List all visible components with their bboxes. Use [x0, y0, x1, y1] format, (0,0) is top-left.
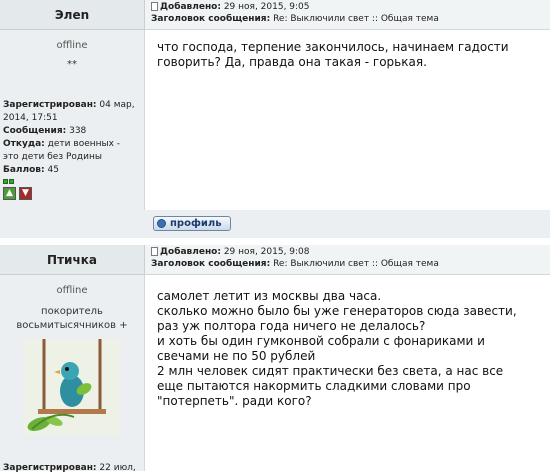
rating-dot	[3, 179, 8, 184]
rating-dot	[9, 179, 14, 184]
post-subject-line: Заголовок сообщения: Re: Выключили свет …	[151, 259, 439, 269]
post-date-line: Добавлено: 29 ноя, 2015, 9:05	[151, 2, 310, 12]
post-text-line: и хоть бы один гумконвой собрали с фонар…	[157, 334, 485, 348]
registered-value: 22 июл,	[99, 463, 136, 473]
profile-button-label: профиль	[170, 218, 222, 229]
thumbs-down-icon[interactable]: ▼	[19, 187, 32, 200]
post-text-line: сколько можно было бы уже генераторов сю…	[157, 304, 517, 318]
post-icon[interactable]	[151, 2, 158, 11]
post-body: самолет летит из москвы два часа. скольк…	[145, 275, 550, 471]
author-sidebar: offline ** Зарегистрирован: 04 мар, 2014…	[0, 30, 145, 210]
post-text-line: что господа, терпение закончилось, начин…	[157, 40, 509, 54]
author-cell: Элеn	[0, 0, 145, 30]
user-rank: **	[67, 59, 77, 70]
post-text-line: самолет летит из москвы два часа.	[157, 289, 382, 303]
registered-label: Зарегистрирован:	[3, 100, 97, 110]
online-status: offline	[56, 285, 88, 296]
from-info-2: это дети без Родины	[3, 151, 143, 164]
post-text: самолет летит из москвы два часа. скольк…	[157, 289, 540, 409]
messages-info: Сообщения: 338	[3, 125, 143, 138]
author-sidebar: offline покоритель восьмитысячников + За…	[0, 275, 145, 473]
added-label: Добавлено:	[160, 247, 221, 257]
registered-label: Зарегистрирован:	[3, 463, 97, 473]
online-status: offline	[56, 40, 88, 51]
post-header: Птичка Добавлено: 29 ноя, 2015, 9:08 Заг…	[0, 245, 550, 275]
added-value: 29 ноя, 2015, 9:05	[223, 2, 310, 12]
subject-label: Заголовок сообщения:	[151, 259, 271, 269]
from-value: дети военных -	[47, 139, 121, 149]
registered-value-2: 2014, 17:51	[3, 113, 58, 123]
from-label: Откуда:	[3, 139, 45, 149]
subject-value: Re: Выключили свет :: Общая тема	[273, 259, 439, 269]
registered-info-2: 2014, 17:51	[3, 112, 143, 125]
post-text: что господа, терпение закончилось, начин…	[157, 40, 540, 70]
profile-icon	[157, 219, 166, 228]
post-text-line: раз уж полтора года ничего не делалось?	[157, 319, 426, 333]
messages-value: 338	[69, 126, 87, 136]
thumbs-up-icon[interactable]: ▲	[3, 187, 16, 200]
from-info: Откуда: дети военных -	[3, 138, 143, 151]
author-name[interactable]: Элеn	[0, 8, 144, 22]
post-meta: Добавлено: 29 ноя, 2015, 9:05 Заголовок …	[145, 0, 550, 30]
author-name[interactable]: Птичка	[0, 253, 144, 267]
subject-value: Re: Выключили свет :: Общая тема	[273, 14, 439, 24]
messages-label: Сообщения:	[3, 126, 67, 136]
post-text-line: говорить? Да, правда она такая - горькая…	[157, 55, 427, 69]
user-rank: покоритель	[41, 306, 103, 317]
subject-label: Заголовок сообщения:	[151, 14, 271, 24]
post-text-line: свечами не по 50 рублей	[157, 349, 316, 363]
points-label: Баллов:	[3, 165, 45, 175]
post-icon[interactable]	[151, 247, 158, 256]
added-label: Добавлено:	[160, 2, 221, 12]
points-info: Баллов: 45	[3, 164, 143, 177]
from-value-2: это дети без Родины	[3, 152, 102, 162]
profile-button[interactable]: профиль	[153, 216, 231, 231]
user-rank-2: восьмитысячников +	[16, 320, 128, 331]
post-text-line: 2 млн человек сидят практически без свет…	[157, 364, 504, 378]
forum-post: Элеn Добавлено: 29 ноя, 2015, 9:05 Загол…	[0, 0, 550, 239]
post-text-line: еще пытаются накормить сладкими словами …	[157, 379, 471, 393]
registered-value: 04 мар,	[99, 100, 135, 110]
avatar[interactable]	[24, 339, 120, 435]
points-value: 45	[47, 165, 59, 175]
post-text-line: "потерпеть". ради кого?	[157, 394, 312, 408]
added-value: 29 ноя, 2015, 9:08	[223, 247, 310, 257]
post-body: что господа, терпение закончилось, начин…	[145, 30, 550, 210]
registered-info: Зарегистрирован: 04 мар,	[3, 99, 143, 112]
registered-info: Зарегистрирован: 22 июл,	[3, 462, 143, 475]
post-header: Элеn Добавлено: 29 ноя, 2015, 9:05 Загол…	[0, 0, 550, 30]
post-meta: Добавлено: 29 ноя, 2015, 9:08 Заголовок …	[145, 245, 550, 275]
forum-thread: Элеn Добавлено: 29 ноя, 2015, 9:05 Загол…	[0, 0, 550, 473]
bird-avatar-image	[24, 339, 120, 435]
author-cell: Птичка	[0, 245, 145, 275]
forum-post: Птичка Добавлено: 29 ноя, 2015, 9:08 Заг…	[0, 245, 550, 473]
post-subject-line: Заголовок сообщения: Re: Выключили свет …	[151, 14, 439, 24]
post-footer: профиль	[0, 210, 550, 239]
post-date-line: Добавлено: 29 ноя, 2015, 9:08	[151, 247, 310, 257]
